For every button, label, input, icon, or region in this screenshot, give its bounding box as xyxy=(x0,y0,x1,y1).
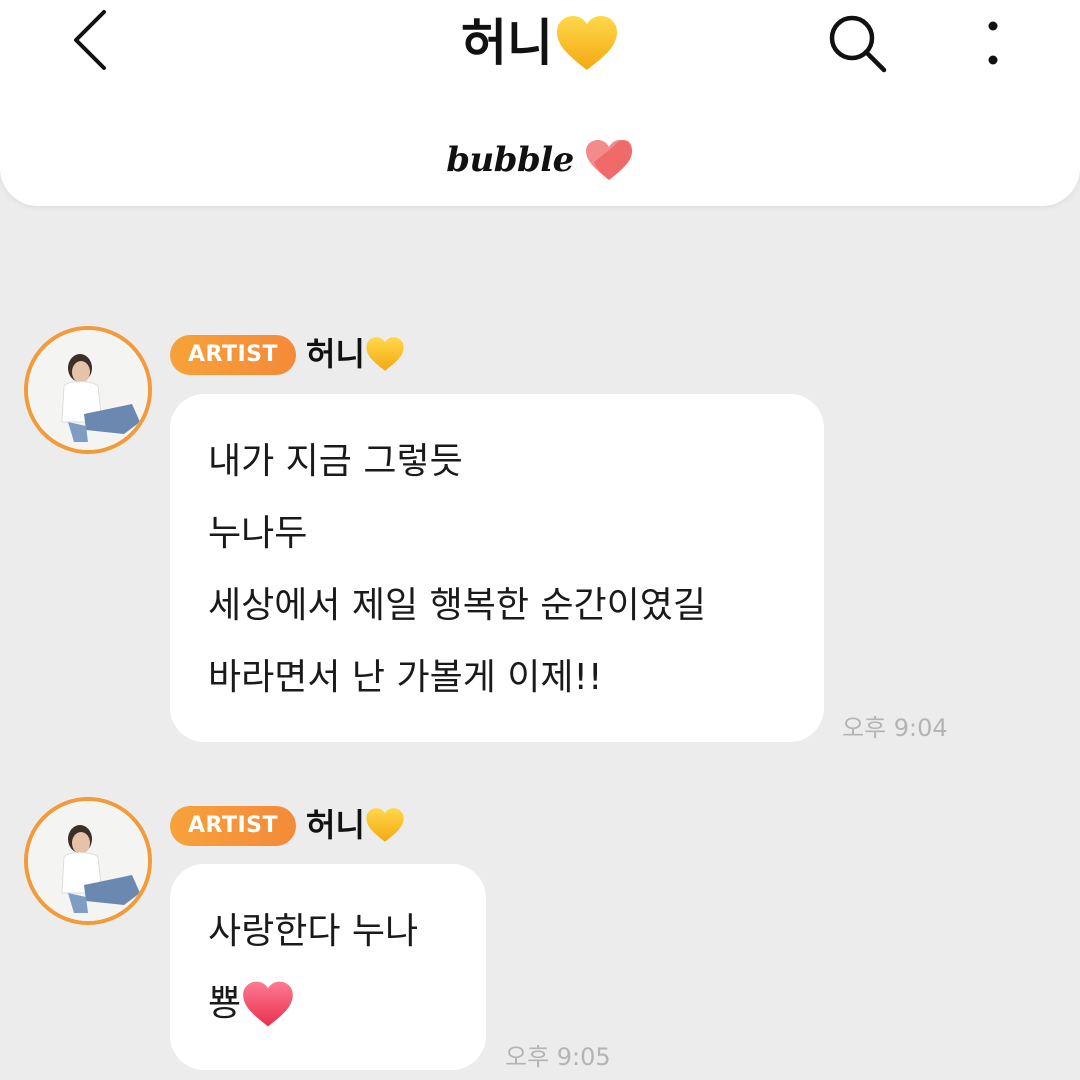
avatar[interactable] xyxy=(24,326,152,454)
search-icon xyxy=(829,15,887,73)
bubble-heart-icon xyxy=(585,140,632,180)
artist-photo xyxy=(28,330,148,450)
yellow-heart-icon xyxy=(557,16,617,70)
more-options-button[interactable] xyxy=(970,8,1016,78)
pink-heart-icon xyxy=(243,981,293,1027)
avatar[interactable] xyxy=(24,797,152,925)
artist-badge: ARTIST xyxy=(170,335,297,375)
message-line: 바라면서 난 가볼게 이제!! xyxy=(208,657,603,698)
artist-badge: ARTIST xyxy=(170,806,297,846)
yellow-heart-icon xyxy=(366,337,404,371)
yellow-heart-icon xyxy=(366,808,404,842)
sender-name[interactable]: 허니 xyxy=(306,803,405,847)
brand-text: bubble xyxy=(446,140,574,180)
message-line-with-emoji: 뿅 xyxy=(208,968,448,1040)
message-line: 세상에서 제일 행복한 순간이였길 xyxy=(208,585,707,626)
message-line: 사랑한다 누나 xyxy=(208,911,419,952)
sender-name-text: 허니 xyxy=(306,806,365,844)
message-bubble[interactable]: 내가 지금 그렇듯 누나두 세상에서 제일 행복한 순간이였길 바라면서 난 가… xyxy=(170,394,824,742)
sender-name[interactable]: 허니 xyxy=(306,332,405,376)
chat-title: 허니 xyxy=(0,10,1080,76)
search-button[interactable] xyxy=(822,8,892,78)
artist-photo xyxy=(28,801,148,921)
message-line: 누나두 xyxy=(208,513,308,554)
chat-header: 허니 bubble xyxy=(0,0,1080,206)
sender-name-text: 허니 xyxy=(306,335,365,373)
message-line: 내가 지금 그렇듯 xyxy=(208,441,463,482)
brand-logo: bubble xyxy=(0,138,1080,182)
message-bubble[interactable]: 사랑한다 누나 뿅 xyxy=(170,864,486,1070)
message-timestamp: 오후 9:04 xyxy=(842,714,948,742)
chat-title-text: 허니 xyxy=(461,14,553,72)
more-vertical-icon xyxy=(988,21,998,65)
message-line: 뿅 xyxy=(208,983,242,1024)
message-timestamp: 오후 9:05 xyxy=(505,1043,611,1071)
